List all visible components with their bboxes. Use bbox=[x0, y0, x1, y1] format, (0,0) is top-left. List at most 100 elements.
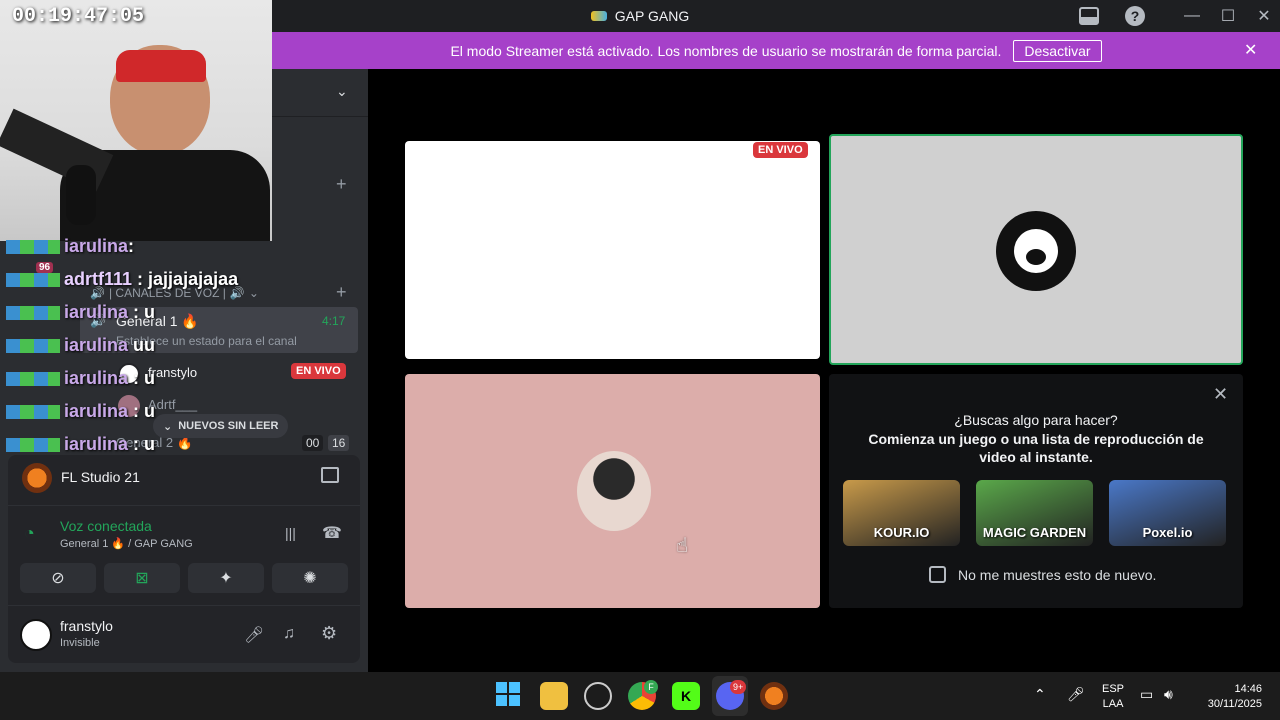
fl-studio-taskbar-icon[interactable] bbox=[760, 682, 788, 710]
chat-badges bbox=[6, 306, 60, 321]
stream-chat-overlay: iarulina: adrtf111 : jajjajajajaa iarulin… bbox=[0, 236, 370, 456]
microphone-icon[interactable]: 🎤︎ bbox=[244, 625, 264, 645]
activity-suggestion-card: ✕ ¿Buscas algo para hacer? Comienza un j… bbox=[829, 374, 1243, 608]
voice-controls: ⊘ ⊠ ✦ ✺ bbox=[20, 563, 348, 593]
microphone-arm bbox=[0, 108, 114, 192]
user-status: Invisible bbox=[60, 637, 100, 649]
chat-message: iarulina: bbox=[6, 236, 134, 257]
stream-tile-screen[interactable]: EN VIVO bbox=[405, 141, 820, 359]
keyboard-layout: LAA bbox=[1102, 698, 1124, 710]
network-icon[interactable]: ▭ bbox=[1140, 686, 1153, 703]
obs-icon[interactable] bbox=[584, 682, 612, 710]
activities-icon: ✦ bbox=[219, 570, 233, 587]
clock[interactable]: 14:46 30/11/2025 bbox=[1200, 682, 1262, 712]
close-icon[interactable]: ✕ bbox=[1213, 384, 1228, 405]
game-card[interactable]: MAGIC GARDEN bbox=[976, 480, 1093, 546]
chat-badges bbox=[6, 372, 60, 387]
clock-time: 14:46 bbox=[1234, 683, 1262, 695]
chat-level-badge: 96 bbox=[36, 262, 54, 273]
chat-username: iarulina bbox=[64, 236, 129, 256]
activity-name: FL Studio 21 bbox=[61, 469, 140, 485]
chat-text: : u bbox=[128, 434, 156, 454]
chat-badges bbox=[6, 339, 60, 354]
streamer-mode-banner: El modo Streamer está activado. Los nomb… bbox=[272, 32, 1280, 69]
cat-avatar bbox=[996, 211, 1076, 291]
game-title: Poxel.io bbox=[1142, 525, 1193, 540]
chat-username: iarulina bbox=[64, 302, 129, 322]
close-button[interactable]: ✕ bbox=[1245, 0, 1280, 32]
kick-icon[interactable]: K bbox=[672, 682, 700, 710]
chat-text: : jajjajajajaa bbox=[132, 269, 239, 289]
help-icon[interactable]: ? bbox=[1116, 0, 1154, 32]
chat-message: iarulina : u bbox=[6, 368, 155, 389]
deactivate-button[interactable]: Desactivar bbox=[1013, 39, 1102, 62]
banner-close-icon[interactable]: ✕ bbox=[1244, 40, 1257, 60]
activities-button[interactable]: ✦ bbox=[188, 563, 264, 593]
chat-username: adrtf111 bbox=[64, 269, 133, 289]
chat-message: iarulina : u bbox=[6, 401, 155, 422]
red-bandana bbox=[116, 50, 206, 82]
file-explorer-icon[interactable] bbox=[540, 682, 568, 710]
taskbar: F K 9+ ⌃ 🎤︎ ESP LAA ▭ 🔊︎ 14:46 30/11/202… bbox=[0, 672, 1280, 720]
chat-badges bbox=[6, 438, 60, 453]
disconnect-icon[interactable]: ☎ bbox=[322, 523, 342, 543]
activity-description: Comienza un juego o una lista de reprodu… bbox=[868, 431, 1204, 465]
chat-badges bbox=[6, 240, 60, 255]
live-badge: EN VIVO bbox=[753, 142, 808, 158]
chevron-up-icon[interactable]: ⌃ bbox=[1034, 686, 1046, 703]
game-card[interactable]: Poxel.io bbox=[1109, 480, 1226, 546]
signal-icon: ◔ bbox=[24, 523, 35, 543]
username: franstylo bbox=[60, 618, 113, 634]
checkbox[interactable] bbox=[929, 566, 946, 583]
dont-show-label: No me muestres esto de nuevo. bbox=[958, 566, 1157, 583]
server-icon bbox=[590, 11, 607, 21]
avatar[interactable] bbox=[20, 619, 52, 651]
screen-share-icon: ⊠ bbox=[135, 570, 149, 587]
language-indicator[interactable]: ESP LAA bbox=[1102, 682, 1124, 712]
headphones-icon[interactable]: ♫ bbox=[283, 625, 295, 643]
screen-share-button[interactable]: ⊠ bbox=[104, 563, 180, 593]
participant-avatar bbox=[577, 451, 651, 531]
clock-date: 30/11/2025 bbox=[1207, 698, 1262, 710]
language-code: ESP bbox=[1102, 683, 1125, 695]
microphone-tray-icon[interactable]: 🎤︎ bbox=[1067, 686, 1085, 703]
stream-timer: 00:19:47:05 bbox=[12, 5, 145, 28]
game-list: KOUR.IO MAGIC GARDEN Poxel.io bbox=[843, 480, 1226, 546]
hand-cursor-icon: ☝ bbox=[676, 535, 689, 557]
voice-status[interactable]: Voz conectada bbox=[60, 518, 152, 534]
minimize-button[interactable]: — bbox=[1173, 0, 1211, 32]
microphone bbox=[66, 165, 96, 225]
maximize-button[interactable]: ☐ bbox=[1209, 0, 1247, 32]
chat-text: : bbox=[128, 236, 135, 256]
gear-icon[interactable]: ⚙ bbox=[321, 623, 337, 644]
chat-badges bbox=[6, 273, 60, 288]
chat-username: iarulina bbox=[64, 335, 129, 355]
chat-username: iarulina bbox=[64, 434, 129, 454]
chrome-profile-badge: F bbox=[644, 680, 658, 694]
volume-icon[interactable]: 🔊︎ bbox=[1164, 686, 1173, 703]
streamer-banner-text: El modo Streamer está activado. Los nomb… bbox=[450, 42, 1002, 59]
game-title: MAGIC GARDEN bbox=[982, 525, 1087, 540]
chat-text: : u bbox=[128, 302, 156, 322]
discord-notification-badge: 9+ bbox=[730, 680, 747, 694]
stop-streaming-icon[interactable] bbox=[321, 467, 339, 483]
participant-tile[interactable] bbox=[405, 374, 820, 608]
webcam-overlay bbox=[0, 0, 272, 241]
dont-show-row[interactable]: No me muestres esto de nuevo. bbox=[929, 566, 1156, 583]
windows-start-icon[interactable] bbox=[496, 682, 520, 706]
chat-username: iarulina bbox=[64, 368, 129, 388]
chat-text: : u bbox=[128, 401, 156, 421]
add-channel-icon[interactable]: + bbox=[336, 174, 347, 195]
window-title-text: GAP GANG bbox=[614, 8, 690, 24]
chat-message: iarulina uu bbox=[6, 335, 155, 356]
voice-channel-link[interactable]: General 1 🔥 / GAP GANG bbox=[60, 537, 193, 550]
soundboard-button[interactable]: ✺ bbox=[272, 563, 348, 593]
noise-suppression-icon[interactable]: ||| bbox=[285, 525, 296, 541]
inbox-icon[interactable] bbox=[1070, 0, 1108, 32]
participant-tile-speaking[interactable] bbox=[829, 134, 1243, 365]
chevron-down-icon[interactable]: ⌄ bbox=[336, 83, 348, 100]
video-off-button[interactable]: ⊘ bbox=[20, 563, 96, 593]
chat-message: iarulina : u bbox=[6, 302, 155, 323]
camera-off-icon: ⊘ bbox=[51, 570, 65, 587]
game-card[interactable]: KOUR.IO bbox=[843, 480, 960, 546]
